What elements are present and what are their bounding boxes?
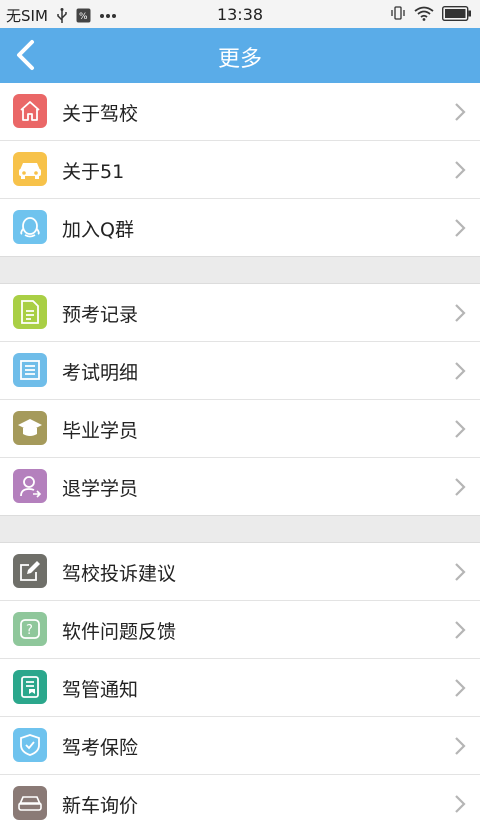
list-item-label: 软件问题反馈 — [62, 621, 177, 643]
chevron-right-icon — [455, 420, 466, 438]
group-separator — [0, 515, 480, 543]
edit-icon — [13, 554, 47, 588]
list-item-driving-notices[interactable]: 驾管通知 — [0, 659, 480, 717]
list-item-join-qq-group[interactable]: 加入Q群 — [0, 199, 480, 256]
list-group-records: 预考记录 考试明细 毕业学员 退学学员 — [0, 284, 480, 515]
list-item-dropout-students[interactable]: 退学学员 — [0, 458, 480, 515]
chevron-right-icon — [455, 621, 466, 639]
chevron-right-icon — [455, 161, 466, 179]
list-item-label: 退学学员 — [62, 478, 139, 500]
car-icon — [13, 152, 47, 186]
battery-icon — [442, 5, 472, 21]
chevron-right-icon — [455, 304, 466, 322]
shield-icon — [13, 728, 47, 762]
list-item-about-school[interactable]: 关于驾校 — [0, 83, 480, 141]
list-item-label: 关于驾校 — [62, 103, 139, 125]
list-item-label: 考试明细 — [62, 362, 139, 384]
list-item-exam-details[interactable]: 考试明细 — [0, 342, 480, 400]
status-right — [390, 5, 472, 21]
chevron-right-icon — [455, 103, 466, 121]
list-item-complaints[interactable]: 驾校投诉建议 — [0, 543, 480, 601]
chevron-right-icon — [455, 679, 466, 697]
list-item-label: 关于51 — [62, 161, 125, 183]
document-icon — [13, 295, 47, 329]
settings-list: 关于驾校 关于51 加入Q群 预考记录 考试明细 毕业学员 退学学员 驾校投诉建… — [0, 83, 480, 832]
list-item-label: 预考记录 — [62, 304, 139, 326]
list-item-pre-exam-records[interactable]: 预考记录 — [0, 284, 480, 342]
notice-icon — [13, 670, 47, 704]
list-item-label: 驾校投诉建议 — [62, 563, 177, 585]
home-icon — [13, 94, 47, 128]
list-group-about: 关于驾校 关于51 加入Q群 — [0, 83, 480, 256]
page-title: 更多 — [217, 47, 262, 72]
list-item-label: 加入Q群 — [62, 219, 134, 241]
list-item-exam-insurance[interactable]: 驾考保险 — [0, 717, 480, 775]
vibrate-icon — [390, 5, 406, 21]
list-item-software-feedback[interactable]: ? 软件问题反馈 — [0, 601, 480, 659]
svg-text:?: ? — [26, 623, 33, 638]
car-price-icon — [13, 786, 47, 820]
qq-icon — [13, 210, 47, 244]
nav-bar: 更多 — [0, 28, 480, 83]
chevron-right-icon — [455, 219, 466, 237]
feedback-icon: ? — [13, 612, 47, 646]
list-item-label: 新车询价 — [62, 795, 139, 817]
list-item-label: 驾考保险 — [62, 737, 139, 759]
chevron-right-icon — [455, 737, 466, 755]
list-item-graduated-students[interactable]: 毕业学员 — [0, 400, 480, 458]
user-exit-icon — [13, 469, 47, 503]
chevron-right-icon — [455, 478, 466, 496]
list-item-label: 毕业学员 — [62, 420, 139, 442]
chevron-right-icon — [455, 563, 466, 581]
wifi-icon — [414, 6, 434, 21]
graduation-cap-icon — [13, 411, 47, 445]
list-group-services: 驾校投诉建议 ? 软件问题反馈 驾管通知 驾考保险 新车询价 — [0, 543, 480, 832]
list-icon — [13, 353, 47, 387]
chevron-right-icon — [455, 362, 466, 380]
status-bar: 无SIM % 13:38 — [0, 0, 480, 28]
chevron-right-icon — [455, 795, 466, 813]
list-item-new-car-price[interactable]: 新车询价 — [0, 775, 480, 832]
list-item-label: 驾管通知 — [62, 679, 139, 701]
list-item-about-51[interactable]: 关于51 — [0, 141, 480, 199]
group-separator — [0, 256, 480, 284]
